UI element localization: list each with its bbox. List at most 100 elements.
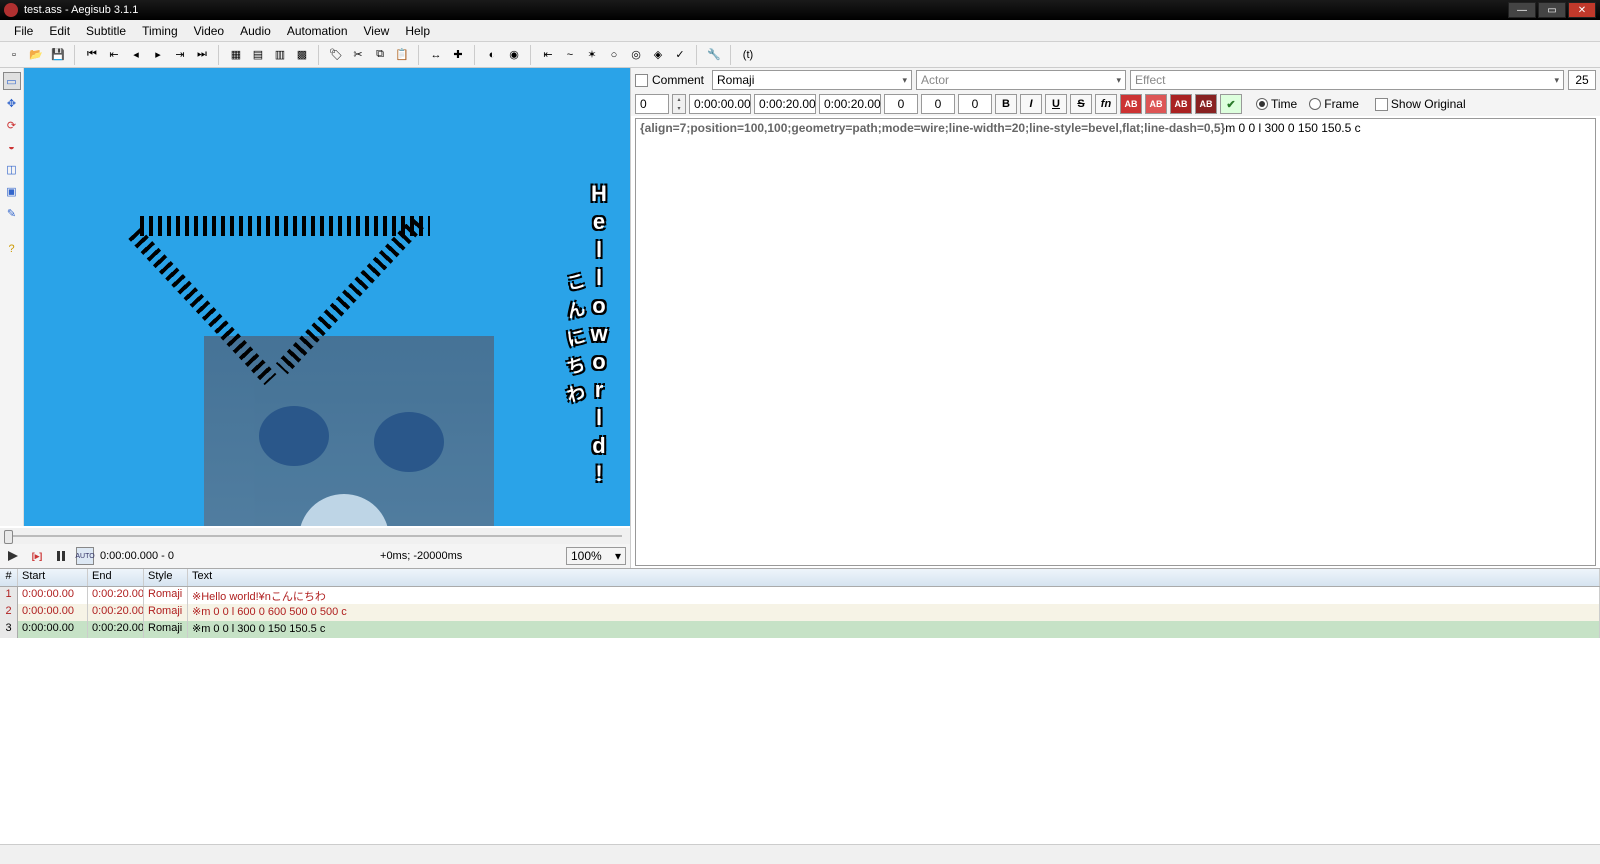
play-button[interactable] [4,547,22,565]
primary-color-button[interactable]: AB [1120,94,1142,114]
tag-button[interactable]: 🏷 [326,45,346,65]
jump-start-button[interactable]: ⏮ [82,45,102,65]
actor-combo[interactable]: Actor▾ [916,70,1126,90]
menu-automation[interactable]: Automation [279,22,356,40]
auto6-button[interactable]: ◈ [648,45,668,65]
jump-keyframe-fwd-button[interactable]: ⇥ [170,45,190,65]
step-back-button[interactable]: ◂ [126,45,146,65]
pause-button[interactable] [52,547,70,565]
open-button[interactable]: 📂 [26,45,46,65]
auto4-button[interactable]: ○ [604,45,624,65]
grid3-button[interactable]: ▥ [270,45,290,65]
effect-combo[interactable]: Effect▾ [1130,70,1564,90]
margin-l-input[interactable]: 0 [884,94,918,114]
assist1-button[interactable]: ◐ [482,45,502,65]
bold-button[interactable]: B [995,94,1017,114]
assist2-button[interactable]: ◉ [504,45,524,65]
menu-audio[interactable]: Audio [232,22,279,40]
window-title: test.ass - Aegisub 3.1.1 [24,4,1508,16]
vtool-pointer[interactable]: ▭ [3,72,21,90]
vtool-rotate-z[interactable]: ⟳ [3,116,21,134]
table-row[interactable]: 10:00:00.000:00:20.00Romaji※Hello world!… [0,587,1600,604]
play-line-button[interactable]: [▸] [28,547,46,565]
auto5-button[interactable]: ◎ [626,45,646,65]
maximize-button[interactable]: ▭ [1538,2,1566,18]
col-start[interactable]: Start [18,569,88,586]
offset-label: +0ms; -20000ms [380,550,462,562]
options-button[interactable]: 🔧 [704,45,724,65]
geometry-path [140,216,430,236]
comment-label: Comment [652,73,704,87]
menu-help[interactable]: Help [397,22,438,40]
cut-button[interactable]: ✂ [348,45,368,65]
col-style[interactable]: Style [144,569,188,586]
margin-box[interactable]: 25 [1568,70,1596,90]
grid4-button[interactable]: ▩ [292,45,312,65]
frame-radio[interactable] [1309,98,1321,110]
new-button[interactable]: ▫ [4,45,24,65]
auto1-button[interactable]: ⇤ [538,45,558,65]
menu-timing[interactable]: Timing [134,22,186,40]
table-row[interactable]: 30:00:00.000:00:20.00Romaji※m 0 0 l 300 … [0,621,1600,638]
grid2-button[interactable]: ▤ [248,45,268,65]
menu-file[interactable]: File [6,22,41,40]
jump-end-button[interactable]: ⏭ [192,45,212,65]
copy-button[interactable]: ⧉ [370,45,390,65]
end-time-input[interactable]: 0:00:20.00 [754,94,816,114]
start-time-input[interactable]: 0:00:00.00 [689,94,751,114]
seek-thumb[interactable] [4,530,13,544]
paste-button[interactable]: 📋 [392,45,412,65]
duration-input[interactable]: 0:00:20.00 [819,94,881,114]
irc-button[interactable]: (t) [738,45,758,65]
layer-spinner[interactable]: ▴▾ [672,94,686,114]
shadow-color-button[interactable]: AB [1195,94,1217,114]
secondary-color-button[interactable]: AB [1145,94,1167,114]
auto2-button[interactable]: ~ [560,45,580,65]
subtitle-text-input[interactable]: {align=7;position=100,100;geometry=path;… [635,118,1596,566]
vtool-cross[interactable]: ✥ [3,94,21,112]
comment-checkbox[interactable] [635,74,648,87]
video-preview[interactable]: Helloworld! こんにちわ [24,68,630,526]
close-button[interactable]: ✕ [1568,2,1596,18]
margin-r-input[interactable]: 0 [921,94,955,114]
auto7-button[interactable]: ✓ [670,45,690,65]
shift-button[interactable]: ↔ [426,45,446,65]
strike-button[interactable]: S [1070,94,1092,114]
menu-video[interactable]: Video [186,22,232,40]
table-row[interactable]: 20:00:00.000:00:20.00Romaji※m 0 0 l 600 … [0,604,1600,621]
save-button[interactable]: 💾 [48,45,68,65]
video-seek-slider[interactable] [0,528,630,544]
autoscroll-button[interactable]: AUTO [76,547,94,565]
effect-placeholder: Effect [1135,73,1165,87]
menu-edit[interactable]: Edit [41,22,78,40]
margin-v-input[interactable]: 0 [958,94,992,114]
auto3-button[interactable]: ✶ [582,45,602,65]
grid-body[interactable]: 10:00:00.000:00:20.00Romaji※Hello world!… [0,587,1600,805]
col-text[interactable]: Text [188,569,1600,586]
font-button[interactable]: fn [1095,94,1117,114]
show-original-checkbox[interactable] [1375,98,1388,111]
grid1-button[interactable]: ▦ [226,45,246,65]
col-end[interactable]: End [88,569,144,586]
minimize-button[interactable]: — [1508,2,1536,18]
menu-subtitle[interactable]: Subtitle [78,22,134,40]
time-radio[interactable] [1256,98,1268,110]
underline-button[interactable]: U [1045,94,1067,114]
step-fwd-button[interactable]: ▸ [148,45,168,65]
layer-input[interactable]: 0 [635,94,669,114]
vtool-clip-rect[interactable]: ▣ [3,182,21,200]
time-label: Time [1271,97,1297,111]
vtool-scale[interactable]: ◫ [3,160,21,178]
vtool-rotate-xy[interactable]: ◒ [3,138,21,156]
outline-color-button[interactable]: AB [1170,94,1192,114]
style-combo[interactable]: Romaji▾ [712,70,912,90]
vtool-clip-vec[interactable]: ✎ [3,204,21,222]
vtool-help[interactable]: ? [3,240,21,258]
menu-view[interactable]: View [356,22,398,40]
jump-keyframe-back-button[interactable]: ⇤ [104,45,124,65]
commit-button[interactable]: ✔ [1220,94,1242,114]
col-num[interactable]: # [0,569,18,586]
italic-button[interactable]: I [1020,94,1042,114]
style-mgr-button[interactable]: ✚ [448,45,468,65]
zoom-select[interactable]: 100% ▾ [566,547,626,565]
